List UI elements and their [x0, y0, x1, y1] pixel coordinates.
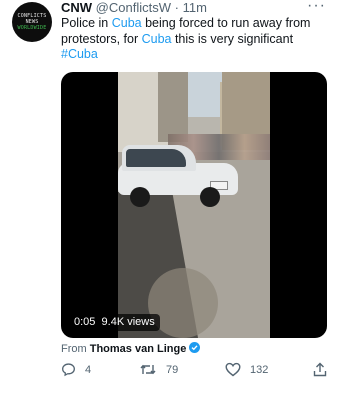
author-name[interactable]: CNW — [61, 0, 92, 15]
keyword-cuba-1[interactable]: Cuba — [112, 16, 142, 30]
tweet-actions: 4 79 132 — [61, 362, 331, 382]
attribution-prefix: From — [61, 343, 87, 355]
tweet-text-part: this is very significant — [171, 31, 294, 46]
keyword-cuba-2[interactable]: Cuba — [142, 32, 172, 46]
tweet-text: Police in Cuba being forced to run away … — [61, 16, 326, 63]
hashtag-link[interactable]: #Cuba — [61, 47, 98, 61]
police-car-image — [118, 145, 240, 209]
avatar[interactable]: CONFLICTS NEWS WORLDWIDE — [12, 2, 52, 42]
share-button[interactable] — [313, 362, 327, 377]
tweet-text-part: Police in — [61, 16, 112, 30]
video-player[interactable]: 0:05 9.4K views — [61, 72, 327, 338]
attribution: From Thomas van Linge — [61, 342, 201, 356]
like-button[interactable]: 132 — [225, 362, 268, 377]
retweet-count: 79 — [166, 363, 179, 376]
retweet-icon — [140, 364, 156, 375]
more-horizontal-icon[interactable]: ··· — [307, 0, 326, 15]
share-icon — [313, 362, 327, 377]
reply-count: 4 — [85, 363, 92, 376]
heart-icon — [225, 362, 241, 377]
video-frame — [118, 72, 270, 338]
timestamp[interactable]: 11m — [183, 0, 207, 15]
reply-button[interactable]: 4 — [61, 362, 91, 377]
attribution-name[interactable]: Thomas van Linge — [90, 343, 187, 355]
avatar-line-3: WORLDWIDE — [17, 25, 47, 31]
verified-badge-icon — [189, 342, 201, 353]
author-handle[interactable]: @ConflictsW — [96, 0, 171, 15]
reply-icon — [62, 363, 75, 377]
retweet-button[interactable]: 79 — [139, 362, 178, 377]
video-views: 9.4K views — [101, 316, 155, 328]
like-count: 132 — [250, 363, 269, 376]
tweet-header: CNW @ConflictsW · 11m — [61, 0, 207, 16]
separator: · — [174, 0, 179, 15]
video-stats-badge: 0:05 9.4K views — [69, 314, 160, 331]
video-duration: 0:05 — [74, 316, 96, 328]
